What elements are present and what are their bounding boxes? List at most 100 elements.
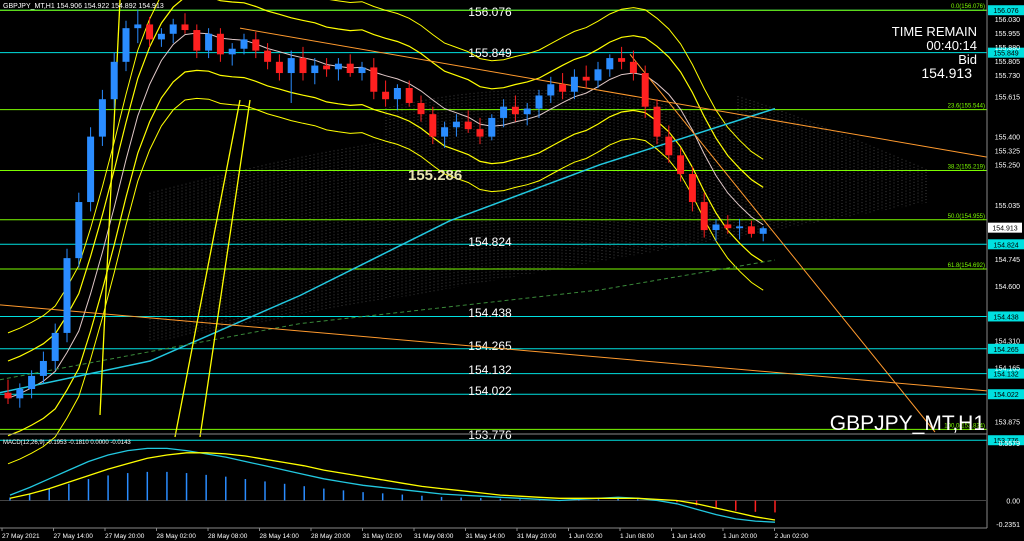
level-label: 156.076 — [468, 5, 512, 19]
candle-body — [700, 202, 708, 231]
candle-body — [28, 375, 36, 389]
candle-body — [311, 65, 319, 74]
trading-chart[interactable]: 155.849 155.849154.824 154.824154.438 154.4… — [0, 0, 1024, 541]
candle-body — [606, 58, 614, 70]
candle-body — [334, 63, 342, 70]
candle-body — [264, 50, 272, 62]
candle-body — [169, 24, 177, 34]
time-tick-label: 28 May 02:00 — [157, 533, 197, 540]
candle-body — [488, 117, 496, 137]
candle-body — [157, 33, 165, 40]
candle-body — [98, 99, 106, 137]
candle-body — [712, 224, 720, 231]
time-tick-label: 27 May 14:00 — [54, 533, 94, 540]
time-tick-label: 1 Jun 02:00 — [569, 533, 603, 540]
price-tick-label: 155.955 — [995, 31, 1020, 38]
time-tick-label: 1 Jun 14:00 — [672, 533, 706, 540]
fib-label: 23.6(155.544) — [948, 104, 985, 110]
level-label: 154.824 — [468, 235, 512, 249]
candle-body — [4, 392, 12, 399]
price-tick-label: 155.250 — [995, 163, 1020, 170]
candle-body — [240, 39, 248, 49]
price-tick-label: 154.745 — [995, 257, 1020, 264]
candle-body — [216, 33, 224, 55]
level-label: 154.438 — [468, 306, 512, 320]
candle-body — [570, 76, 578, 92]
candle-body — [393, 88, 401, 100]
candle-body — [441, 127, 449, 137]
candle-body — [677, 155, 685, 174]
candle-body — [559, 84, 567, 92]
macd-tick-label: 0.5579 — [999, 441, 1021, 448]
level-axis-tag-text: 154.265 — [993, 347, 1018, 354]
candle-body — [205, 33, 213, 51]
candle-body — [299, 58, 307, 74]
level-label: 154.132 — [468, 363, 512, 377]
time-tick-label: 31 May 08:00 — [414, 533, 454, 540]
time-tick-label: 28 May 14:00 — [260, 533, 300, 540]
current-price-text: 154.913 — [992, 226, 1017, 233]
candle-body — [688, 174, 696, 203]
price-tick-label: 155.035 — [995, 203, 1020, 210]
fib-label: 38.2(155.219) — [948, 164, 985, 170]
level-label: 153.776 — [468, 428, 512, 442]
candle-body — [511, 106, 519, 115]
candle-body — [228, 48, 236, 55]
candle-body — [146, 24, 154, 40]
big-price-label: 155.286 — [408, 167, 462, 184]
price-tick-label: 154.310 — [995, 338, 1020, 345]
macd-tick-label: 0.00 — [1006, 499, 1020, 506]
candle-body — [382, 91, 390, 100]
candle-body — [523, 108, 531, 115]
price-tick-label: 155.805 — [995, 59, 1020, 66]
price-tick-label: 155.400 — [995, 135, 1020, 142]
time-remain-value: 00:40:14 — [926, 38, 977, 53]
time-tick-label: 27 May 2021 — [2, 533, 40, 540]
candle-body — [193, 30, 201, 51]
time-tick-label: 28 May 08:00 — [208, 533, 248, 540]
level-label: 154.022 — [468, 384, 512, 398]
candle-body — [476, 129, 484, 137]
price-tick-label: 154.165 — [995, 366, 1020, 373]
candle-body — [405, 88, 413, 103]
level-axis-tag-text: 156.076 — [993, 8, 1018, 15]
candle-body — [275, 61, 283, 74]
candle-body — [181, 24, 189, 31]
candle-body — [16, 389, 24, 399]
candle-body — [547, 84, 555, 96]
time-tick-label: 1 Jun 08:00 — [620, 533, 654, 540]
candle-body — [134, 24, 142, 29]
candle-body — [87, 136, 95, 203]
time-tick-label: 31 May 02:00 — [363, 533, 403, 540]
fib-label: 0.0(156.076) — [951, 4, 985, 10]
price-tick-label: 155.325 — [995, 149, 1020, 156]
level-axis-tag-text: 154.022 — [993, 392, 1018, 399]
candle-body — [759, 228, 767, 234]
candle-body — [370, 67, 378, 92]
time-tick-label: 1 Jun 20:00 — [723, 533, 757, 540]
candle-body — [323, 65, 331, 70]
time-remain-label: TIME REMAIN — [892, 24, 977, 39]
symbol-watermark: GBPJPY_MT,H1 — [830, 412, 985, 435]
candle-body — [724, 224, 732, 229]
time-tick-label: 28 May 20:00 — [311, 533, 351, 540]
candle-body — [122, 28, 130, 62]
symbol-header: GBPJPY_MT,H1 154.906 154.922 154.892 154… — [3, 3, 164, 10]
fib-label: 61.8(154.692) — [948, 263, 985, 269]
price-tick-label: 153.875 — [995, 420, 1020, 427]
level-axis-tag-text: 154.132 — [993, 372, 1018, 379]
candle-body — [653, 106, 661, 137]
chart-background — [0, 0, 1024, 541]
price-tick-label: 155.730 — [995, 73, 1020, 80]
level-axis-tag-text: 154.438 — [993, 314, 1018, 321]
time-tick-label: 27 May 20:00 — [105, 533, 145, 540]
macd-tick-label: -0.2351 — [996, 522, 1020, 529]
level-axis-tag-text: 154.824 — [993, 242, 1018, 249]
candle-body — [629, 61, 637, 74]
candle-body — [582, 76, 590, 81]
price-tick-label: 154.600 — [995, 284, 1020, 291]
fib-label: 50.0(154.955) — [948, 214, 985, 220]
candle-body — [535, 95, 543, 109]
bid-value: 154.913 — [921, 65, 972, 81]
price-tick-label: 155.615 — [995, 94, 1020, 101]
